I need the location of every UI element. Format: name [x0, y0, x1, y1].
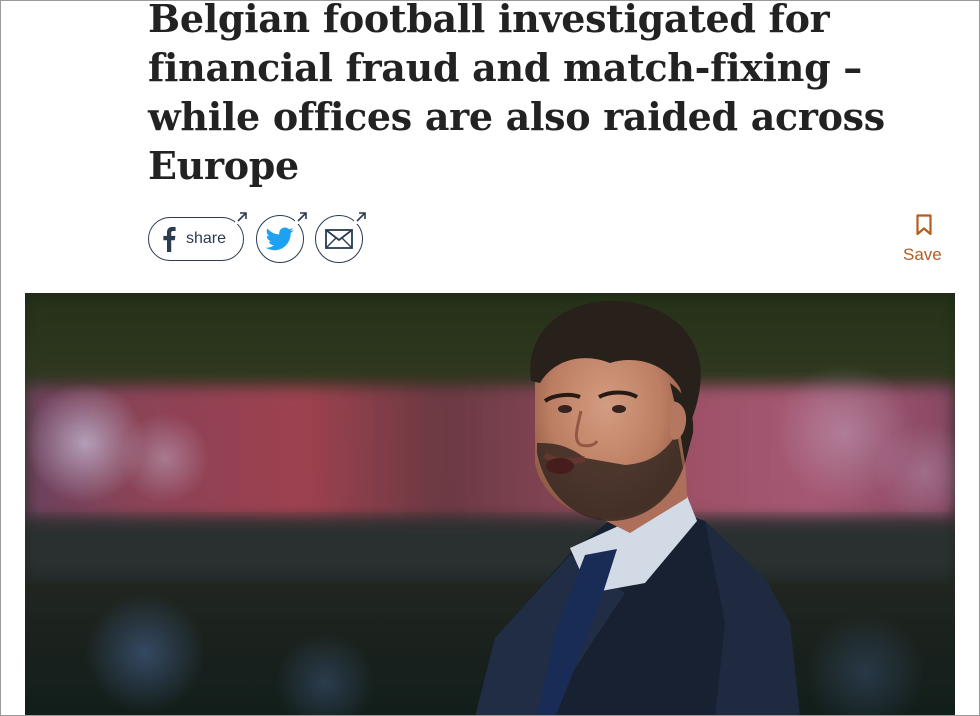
- external-arrow-icon: [295, 210, 309, 224]
- headline-line: Belgian football investigated for: [148, 0, 830, 41]
- twitter-share-button[interactable]: [256, 210, 309, 263]
- facebook-share-label: share: [186, 230, 227, 247]
- save-label: Save: [903, 245, 942, 264]
- email-share-button[interactable]: [315, 210, 368, 263]
- external-arrow-icon: [354, 210, 368, 224]
- envelope-icon: [325, 229, 353, 249]
- headline-line: while offices are also raided across: [148, 94, 885, 139]
- facebook-share-button[interactable]: share: [148, 210, 249, 261]
- headline-line: financial fraud and match-fixing –: [148, 45, 863, 90]
- save-button[interactable]: Save: [901, 213, 947, 269]
- headline-line: Europe: [148, 143, 299, 188]
- external-arrow-icon: [235, 210, 249, 224]
- bookmark-icon: [916, 214, 932, 236]
- twitter-icon: [266, 227, 294, 251]
- article-page: Belgian football investigated for financ…: [0, 0, 980, 716]
- facebook-icon: [163, 226, 176, 252]
- headline: Belgian football investigated for financ…: [148, 0, 908, 190]
- hero-photo: [25, 293, 955, 715]
- share-bar: share: [148, 210, 378, 263]
- hero-image: [25, 293, 955, 715]
